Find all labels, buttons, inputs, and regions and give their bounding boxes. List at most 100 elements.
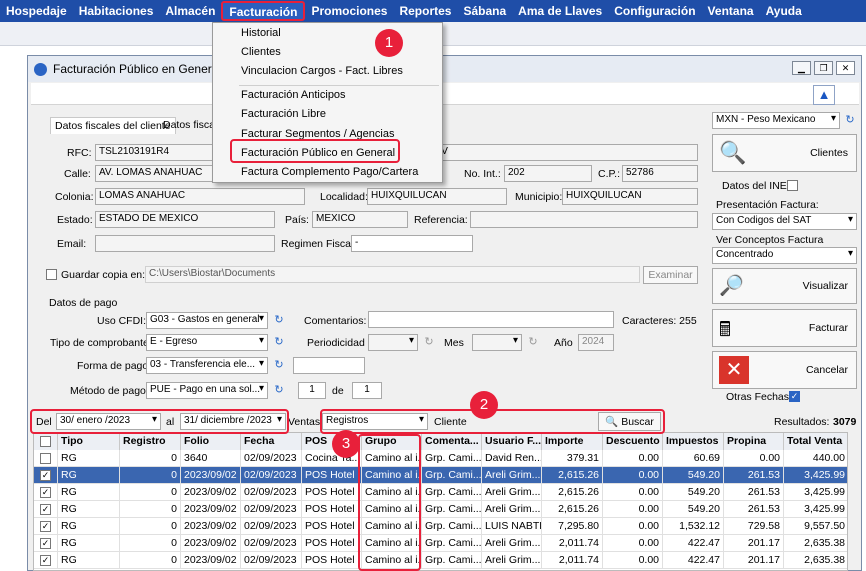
cell-propina: 261.53	[724, 501, 784, 518]
menu-item-vinculacion[interactable]: Vinculacion Cargos - Fact. Libres	[213, 62, 442, 81]
num2-field[interactable]: 1	[352, 382, 382, 399]
col-fecha[interactable]: Fecha	[241, 433, 302, 450]
refresh-icon[interactable]: ↻	[272, 335, 286, 349]
periodicidad-select[interactable]	[368, 334, 418, 351]
localidad-field[interactable]: HUIXQUILUCAN	[367, 188, 507, 205]
menu-ama-de-llaves[interactable]: Ama de Llaves	[512, 0, 608, 22]
table-row[interactable]: ✓ RG 0 2023/09/02 02/09/2023 POS Hotel Camino …	[34, 535, 847, 552]
cell-registro: 0	[120, 535, 181, 552]
row-checkbox[interactable]	[34, 450, 58, 467]
mes-select[interactable]	[472, 334, 522, 351]
cell-registro: 0	[120, 467, 181, 484]
clientes-button[interactable]: 🔍 Clientes	[712, 134, 857, 172]
ver-select[interactable]: Concentrado	[712, 247, 857, 264]
row-checkbox[interactable]: ✓	[34, 535, 58, 552]
col-impuestos[interactable]: Impuestos	[663, 433, 724, 450]
row-checkbox[interactable]: ✓	[34, 467, 58, 484]
row-checkbox[interactable]: ✓	[34, 484, 58, 501]
email-field[interactable]	[95, 235, 275, 252]
estado-field[interactable]: ESTADO DE MEXICO	[95, 211, 275, 228]
rfc-field[interactable]: TSL2103191R4	[95, 144, 215, 161]
menu-ayuda[interactable]: Ayuda	[760, 0, 808, 22]
menu-promociones[interactable]: Promociones	[305, 0, 393, 22]
visualizar-button[interactable]: 🔎 Visualizar	[712, 268, 857, 304]
pais-field[interactable]: MEXICO	[312, 211, 408, 228]
tipo-select[interactable]: E - Egreso	[146, 334, 268, 351]
uso-select[interactable]: G03 - Gastos en general	[146, 312, 268, 329]
noint-field[interactable]: 202	[504, 165, 592, 182]
cancelar-button[interactable]: ✕ Cancelar	[712, 351, 857, 389]
col-folio[interactable]: Folio	[181, 433, 241, 450]
examinar-button[interactable]: Examinar	[643, 266, 698, 284]
table-row[interactable]: ✓ RG 0 2023/09/02 02/09/2023 POS Hotel Camino …	[34, 484, 847, 501]
anio-field[interactable]: 2024	[578, 334, 614, 351]
menu-reportes[interactable]: Reportes	[393, 0, 457, 22]
num1-field[interactable]: 1	[298, 382, 326, 399]
comentarios-field[interactable]	[368, 311, 614, 328]
refresh-icon[interactable]: ↻	[422, 335, 436, 349]
menu-almacen[interactable]: Almacén	[159, 0, 221, 22]
forma-select[interactable]: 03 - Transferencia ele...	[146, 357, 268, 374]
rfc-suffix-field[interactable]: CV	[430, 144, 698, 161]
cp-field[interactable]: 52786	[622, 165, 698, 182]
moneda-select[interactable]: MXN - Peso Mexicano	[712, 112, 840, 129]
tab-datos-fisca[interactable]: Datos fisca	[163, 119, 215, 131]
col-total-venta[interactable]: Total Venta	[784, 433, 847, 450]
minimize-button[interactable]: ▁	[792, 61, 811, 75]
metodo-select[interactable]: PUE - Pago en una sol...	[146, 382, 268, 399]
arrow-up-icon[interactable]: ▲	[813, 85, 835, 105]
menu-habitaciones[interactable]: Habitaciones	[73, 0, 160, 22]
cell-pos: POS Hotel	[302, 518, 362, 535]
table-row[interactable]: ✓ RG 0 2023/09/02 02/09/2023 POS Hotel Camino …	[34, 552, 847, 569]
col-importe[interactable]: Importe	[542, 433, 603, 450]
menu-item-anticipos[interactable]: Facturación Anticipos	[213, 86, 442, 105]
menu-item-historial[interactable]: Historial	[213, 24, 442, 43]
cell-total-venta: 2,635.38	[784, 552, 847, 569]
refresh-icon[interactable]: ↻	[526, 335, 540, 349]
restore-button[interactable]: ❐	[814, 61, 833, 75]
table-row[interactable]: RG 0 3640 02/09/2023 Cocina Ta... Camino al i…	[34, 450, 847, 467]
menu-item-complemento[interactable]: Factura Complemento Pago/Cartera	[213, 163, 442, 182]
cell-pos: POS Hotel	[302, 484, 362, 501]
table-row[interactable]: ✓ RG 0 2023/09/02 02/09/2023 POS Hotel Camino …	[34, 518, 847, 535]
col-comentarios[interactable]: Comenta...	[422, 433, 482, 450]
menu-ventana[interactable]: Ventana	[702, 0, 760, 22]
col-usuario[interactable]: Usuario F...	[482, 433, 542, 450]
col-descuento[interactable]: Descuento	[603, 433, 663, 450]
menu-configuracion[interactable]: Configuración	[608, 0, 701, 22]
select-all-checkbox[interactable]	[34, 433, 58, 450]
menu-hospedaje[interactable]: Hospedaje	[0, 0, 73, 22]
guardar-checkbox[interactable]	[46, 269, 57, 280]
row-checkbox[interactable]: ✓	[34, 501, 58, 518]
close-button[interactable]: ✕	[836, 61, 855, 75]
refresh-icon[interactable]: ↻	[843, 113, 857, 127]
regimen-field[interactable]: -	[351, 235, 473, 252]
refresh-icon[interactable]: ↻	[272, 313, 286, 327]
tab-datos-fiscales[interactable]: Datos fiscales del cliente	[50, 117, 176, 134]
menu-sabana[interactable]: Sábana	[457, 0, 512, 22]
otras-fechas-checkbox[interactable]: ✓	[789, 391, 800, 402]
ine-checkbox[interactable]	[787, 180, 798, 191]
cell-impuestos: 422.47	[663, 552, 724, 569]
cell-usuario: Areli Grim...	[482, 467, 542, 484]
table-row[interactable]: ✓ RG 0 2023/09/02 02/09/2023 POS Hotel Camino …	[34, 501, 847, 518]
row-checkbox[interactable]: ✓	[34, 518, 58, 535]
colonia-field[interactable]: LOMAS ANAHUAC	[95, 188, 305, 205]
refresh-icon[interactable]: ↻	[272, 383, 286, 397]
col-registro[interactable]: Registro	[120, 433, 181, 450]
cell-descuento: 0.00	[603, 518, 663, 535]
table-row[interactable]: ✓ RG 0 2023/09/02 02/09/2023 POS Hotel Camino …	[34, 467, 847, 484]
col-propina[interactable]: Propina	[724, 433, 784, 450]
presentacion-select[interactable]: Con Codigos del SAT	[712, 213, 857, 230]
refresh-icon[interactable]: ↻	[272, 358, 286, 372]
municipio-field[interactable]: HUIXQUILUCAN	[562, 188, 698, 205]
menu-facturacion[interactable]: Facturación	[221, 1, 306, 21]
col-tipo[interactable]: Tipo	[58, 433, 120, 450]
facturar-button[interactable]: 🖩 Facturar	[712, 309, 857, 347]
menu-item-libre[interactable]: Facturación Libre	[213, 105, 442, 124]
referencia-field[interactable]	[470, 211, 698, 228]
forma-extra-field[interactable]	[293, 357, 365, 374]
row-checkbox[interactable]: ✓	[34, 552, 58, 569]
menu-item-clientes[interactable]: Clientes	[213, 43, 442, 62]
calle-field[interactable]: AV. LOMAS ANAHUAC	[95, 165, 215, 182]
